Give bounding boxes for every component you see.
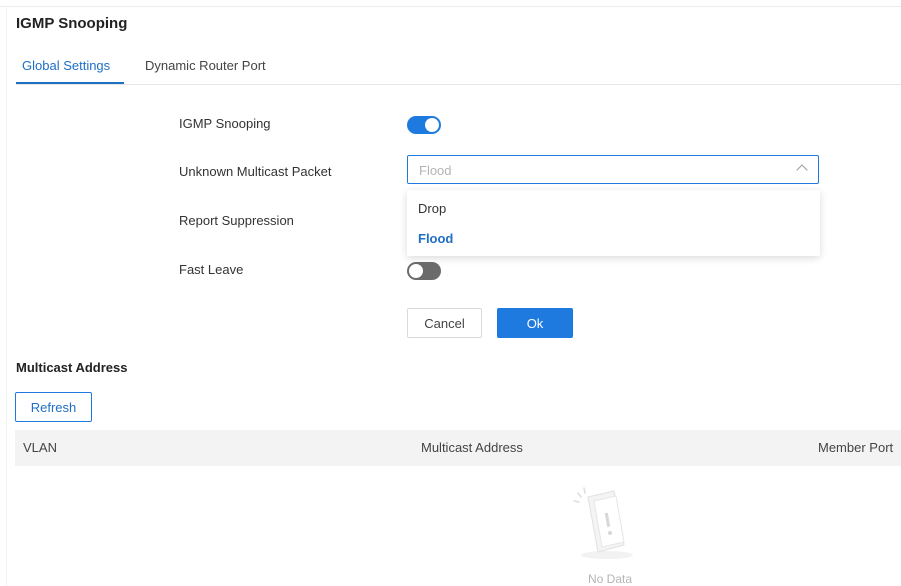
ok-button[interactable]: Ok <box>497 308 573 338</box>
column-header-multicast-address: Multicast Address <box>421 440 523 455</box>
unknown-multicast-select[interactable]: Flood <box>407 155 819 184</box>
table-header: VLAN Multicast Address Member Port <box>15 430 901 466</box>
empty-data-icon <box>573 487 633 559</box>
igmp-snooping-label: IGMP Snooping <box>179 116 271 131</box>
active-tab-indicator <box>16 82 124 84</box>
frame-top-border <box>0 6 901 7</box>
option-drop[interactable]: Drop <box>418 201 446 216</box>
multicast-address-title: Multicast Address <box>16 360 128 375</box>
unknown-multicast-label: Unknown Multicast Packet <box>179 164 332 179</box>
fast-leave-label: Fast Leave <box>179 262 244 277</box>
refresh-button[interactable]: Refresh <box>15 392 92 422</box>
toggle-knob <box>409 264 423 278</box>
cancel-button[interactable]: Cancel <box>407 308 482 338</box>
tab-dynamic-router-port[interactable]: Dynamic Router Port <box>145 58 266 73</box>
column-header-vlan: VLAN <box>23 440 57 455</box>
igmp-snooping-toggle[interactable] <box>407 116 441 134</box>
frame-left-border <box>6 6 7 586</box>
report-suppression-label: Report Suppression <box>179 213 294 228</box>
select-value: Flood <box>419 163 452 178</box>
toggle-knob <box>425 118 439 132</box>
empty-state-text: No Data <box>588 572 633 586</box>
column-header-member-port: Member Port <box>818 440 894 455</box>
page-title: IGMP Snooping <box>16 15 128 32</box>
tab-global-settings[interactable]: Global Settings <box>22 58 110 73</box>
fast-leave-toggle[interactable] <box>407 262 441 280</box>
tab-bar: Global Settings Dynamic Router Port <box>16 48 901 85</box>
option-flood[interactable]: Flood <box>418 231 453 246</box>
unknown-multicast-dropdown: Drop Flood <box>407 190 820 256</box>
chevron-up-icon <box>796 164 808 176</box>
